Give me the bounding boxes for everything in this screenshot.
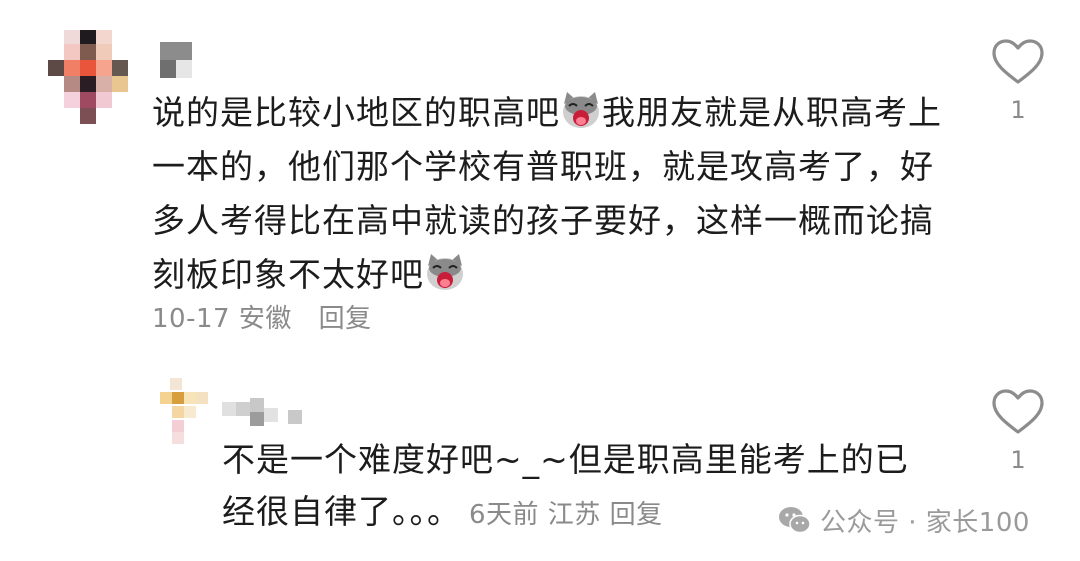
avatar[interactable] (160, 378, 210, 444)
like-button[interactable]: 1 (988, 38, 1048, 138)
heart-icon[interactable] (988, 388, 1048, 438)
comment-meta: 10-17 安徽 回复 (152, 298, 372, 335)
cat-face-emoji (427, 254, 463, 290)
wechat-icon (779, 507, 811, 534)
like-button[interactable]: 1 (988, 388, 1048, 488)
username[interactable] (160, 42, 192, 78)
like-count: 1 (1010, 446, 1026, 474)
heart-icon[interactable] (988, 38, 1048, 88)
reply-meta: 6天前 江苏 回复 (469, 500, 663, 530)
cat-face-emoji (563, 92, 599, 128)
username[interactable] (222, 398, 306, 428)
watermark-text: 公众号 · 家长100 (820, 507, 1030, 538)
like-count: 1 (1010, 96, 1026, 124)
reply-button[interactable]: 回复 (319, 304, 372, 334)
comment-date: 10-17 (152, 304, 231, 334)
avatar[interactable] (48, 30, 130, 126)
comment-location: 安徽 (238, 304, 292, 334)
comment-text-part1: 说的是比较小地区的职高吧 (152, 93, 560, 132)
comment-text: 说的是比较小地区的职高吧 我朋友就是从职高考上一本的，他们那个学校有普职班，就是… (152, 86, 952, 302)
watermark: 公众号 · 家长100 (778, 500, 1030, 540)
